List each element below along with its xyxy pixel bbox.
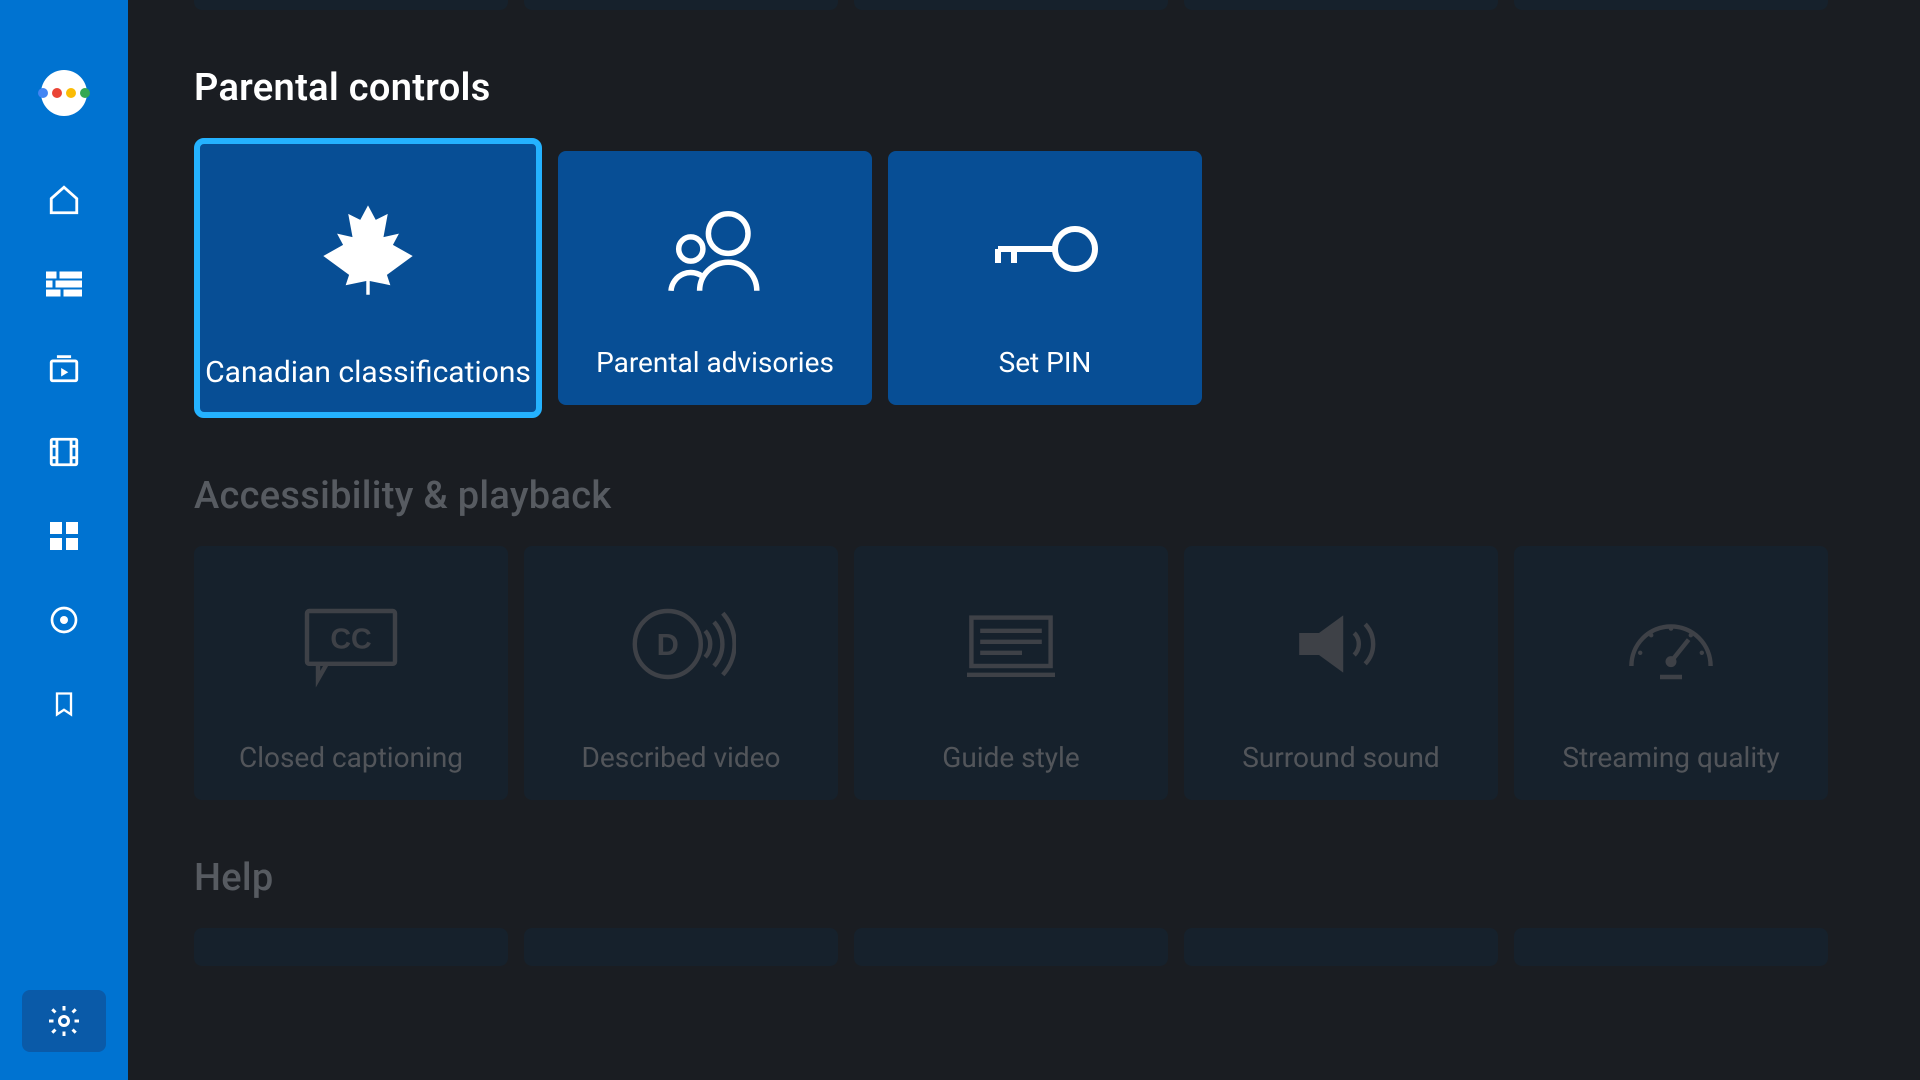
card-help-3[interactable] (854, 928, 1168, 966)
card-help-5[interactable] (1514, 928, 1828, 966)
movies-icon[interactable] (40, 428, 88, 476)
maple-leaf-icon (200, 144, 536, 355)
card-help-1[interactable] (194, 928, 508, 966)
record-icon[interactable] (40, 596, 88, 644)
people-icon (558, 151, 872, 346)
card-label: Described video (582, 741, 781, 774)
card-crave[interactable]: Crave (1514, 0, 1828, 10)
card-described-video[interactable]: D Described video (524, 546, 838, 800)
key-icon (888, 151, 1202, 346)
parental-row: Canadian classifications Parental adviso… (194, 138, 1920, 418)
card-streaming-quality[interactable]: Streaming quality (1514, 546, 1828, 800)
described-video-icon: D (524, 546, 838, 741)
bookmark-icon[interactable] (40, 680, 88, 728)
guide-icon[interactable] (40, 260, 88, 308)
cc-icon: CC (194, 546, 508, 741)
card-surround-sound[interactable]: Surround sound (1184, 546, 1498, 800)
svg-text:CC: CC (330, 623, 371, 655)
card-guide-filters[interactable]: Guide filters (194, 0, 508, 10)
sidebar (0, 0, 128, 1080)
help-row (194, 928, 1920, 966)
card-label: Closed captioning (239, 741, 463, 774)
guide-style-icon (854, 546, 1168, 741)
section-title-help: Help (194, 856, 1920, 900)
ondemand-icon[interactable] (40, 344, 88, 392)
card-personalization[interactable]: Personalization (854, 0, 1168, 10)
card-set-pin[interactable]: Set PIN (888, 151, 1202, 405)
card-clear-history[interactable]: Clear history (1184, 0, 1498, 10)
card-label: Surround sound (1242, 741, 1439, 774)
card-canadian-classifications[interactable]: Canadian classifications (194, 138, 542, 418)
accessibility-row: CC Closed captioning D Described video (194, 546, 1920, 800)
speaker-icon (1184, 546, 1498, 741)
card-manage-favourites[interactable]: Manage favourites (524, 0, 838, 10)
card-label: Canadian classifications (205, 355, 531, 390)
card-label: Set PIN (999, 346, 1092, 379)
card-label: Streaming quality (1562, 741, 1779, 774)
card-parental-advisories[interactable]: Parental advisories (558, 151, 872, 405)
top-row: Guide filters Manage favourites Personal… (194, 0, 1920, 10)
main-content: Guide filters Manage favourites Personal… (128, 0, 1920, 1080)
section-title-parental: Parental controls (194, 66, 1920, 110)
card-help-2[interactable] (524, 928, 838, 966)
assistant-icon[interactable] (41, 70, 87, 116)
apps-icon[interactable] (40, 512, 88, 560)
card-help-4[interactable] (1184, 928, 1498, 966)
card-label: Guide style (942, 741, 1079, 774)
card-guide-style[interactable]: Guide style (854, 546, 1168, 800)
card-label: Parental advisories (596, 346, 834, 379)
home-icon[interactable] (40, 176, 88, 224)
section-title-accessibility: Accessibility & playback (194, 474, 1920, 518)
settings-button[interactable] (22, 990, 106, 1052)
gauge-icon (1514, 546, 1828, 741)
card-closed-captioning[interactable]: CC Closed captioning (194, 546, 508, 800)
svg-text:D: D (657, 627, 679, 662)
